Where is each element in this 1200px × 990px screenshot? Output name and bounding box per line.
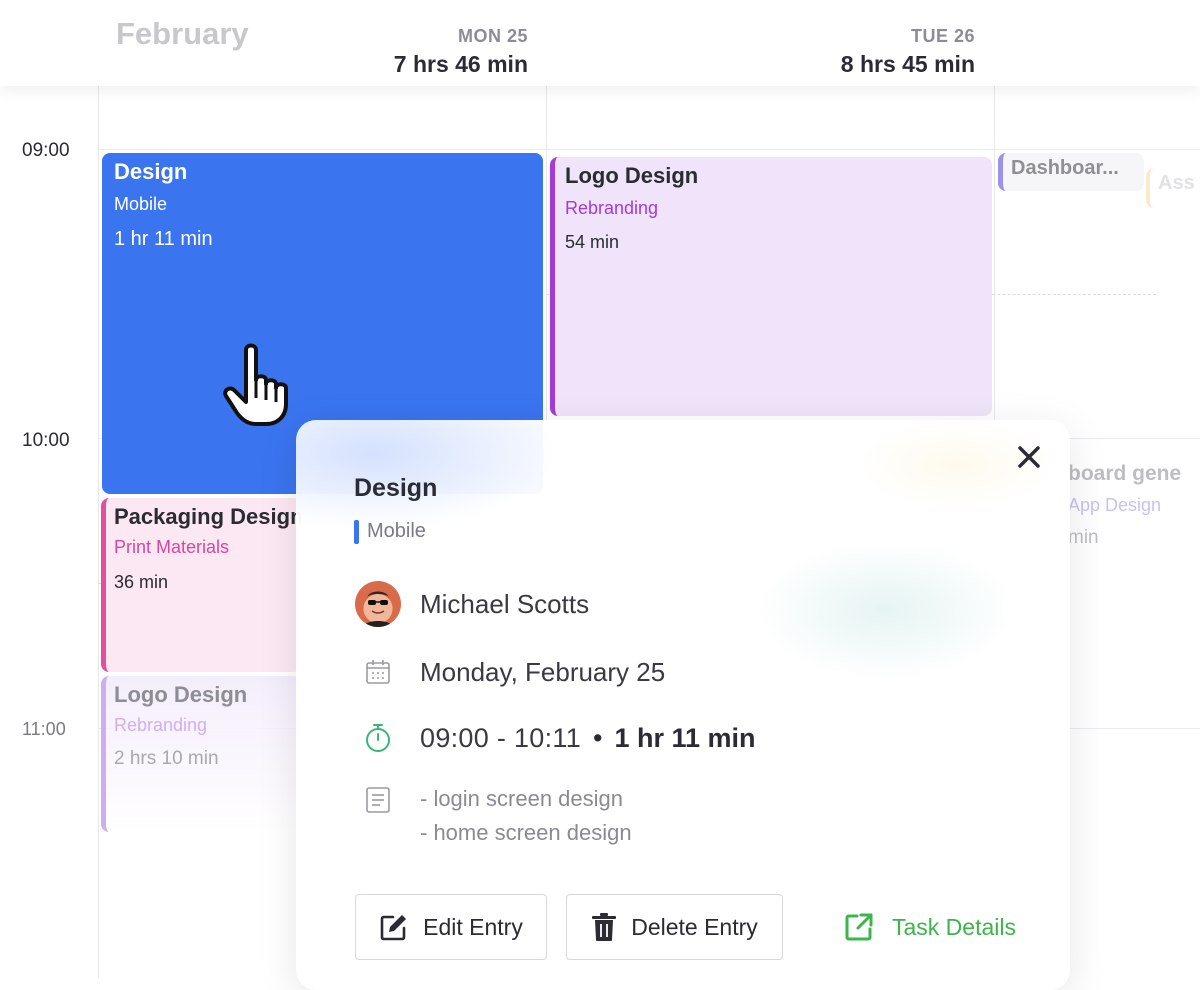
note-line: - home screen design — [420, 820, 632, 845]
entry-title: Logo Design — [565, 163, 699, 188]
close-icon[interactable] — [1014, 442, 1044, 472]
task-details-label: Task Details — [892, 913, 1016, 940]
avatar — [355, 581, 401, 627]
month-label: February — [116, 16, 249, 51]
time-entry-asset[interactable]: Ass — [1146, 168, 1200, 208]
time-row: 09:00 - 10:11 • 1 hr 11 min — [354, 714, 756, 762]
entry-title: Packaging Design — [114, 504, 301, 529]
time-entry-dashboard[interactable]: Dashboar... — [998, 153, 1144, 191]
grid-line — [98, 86, 99, 978]
time-entry-dashboard-gen[interactable]: board gene App Design min — [1050, 460, 1200, 580]
popup-title: Design — [354, 474, 438, 502]
entry-title: Logo Design — [114, 682, 248, 707]
entry-title: board gene — [1068, 462, 1182, 485]
entry-duration: 1 hr 11 min — [114, 228, 213, 250]
edit-entry-button[interactable]: Edit Entry — [355, 894, 547, 960]
entry-detail-popup: Design Mobile Michael Scotts Monday, Feb… — [296, 420, 1070, 990]
day-name: MON 25 — [457, 26, 528, 46]
task-details-link[interactable]: Task Details — [844, 912, 1016, 942]
user-row: Michael Scotts — [354, 580, 589, 628]
duration-total: 1 hr 11 min — [614, 722, 756, 753]
day-name: TUE 26 — [910, 26, 975, 46]
note-line: - login screen design — [420, 786, 624, 811]
calendar-icon — [366, 660, 390, 684]
entry-duration: min — [1068, 527, 1099, 548]
time-range: 09:00 - 10:11 — [420, 722, 582, 753]
entry-notes: - login screen design - home screen desi… — [420, 782, 632, 850]
avatar-face-icon — [363, 591, 393, 627]
entry-title: Design — [114, 159, 188, 184]
edit-icon — [380, 915, 407, 941]
day-total: 8 hrs 45 min — [840, 51, 975, 77]
delete-entry-label: Delete Entry — [631, 913, 758, 940]
notes-row: - login screen design - home screen desi… — [354, 782, 632, 850]
time-entry-packaging-design[interactable]: Packaging Design Print Materials 36 min — [101, 498, 301, 672]
day-total: 7 hrs 46 min — [393, 51, 528, 77]
notes-icon — [366, 787, 390, 813]
time-label: 10:00 — [22, 430, 70, 451]
external-link-icon — [845, 913, 873, 941]
time-label: 09:00 — [22, 140, 70, 161]
popup-project: Mobile — [354, 520, 426, 544]
day-header-mon[interactable]: MON 25 7 hrs 46 min — [394, 26, 528, 78]
time-entry-logo-design[interactable]: Logo Design Rebranding 54 min — [550, 157, 992, 416]
delete-entry-button[interactable]: Delete Entry — [566, 894, 783, 960]
time-label: 11:00 — [22, 719, 66, 739]
separator-dot: • — [593, 722, 603, 753]
entry-project: Rebranding — [565, 198, 659, 218]
entry-title: Ass — [1158, 172, 1195, 194]
trash-icon — [592, 913, 617, 941]
user-name: Michael Scotts — [420, 588, 590, 619]
entry-duration: 54 min — [565, 232, 620, 252]
time-entry-logo-design-2[interactable]: Logo Design Rebranding 2 hrs 10 min — [101, 676, 301, 832]
entry-duration: 2 hrs 10 min — [114, 748, 219, 769]
entry-date: Monday, February 25 — [420, 656, 666, 687]
calendar-header: February MON 25 7 hrs 46 min TUE 26 8 hr… — [0, 0, 1200, 86]
edit-entry-label: Edit Entry — [423, 913, 523, 940]
day-header-tue[interactable]: TUE 26 8 hrs 45 min — [841, 26, 975, 78]
grid-line — [98, 149, 1200, 150]
entry-project: Print Materials — [114, 537, 230, 557]
entry-project: Rebranding — [114, 715, 208, 735]
date-row: Monday, February 25 — [354, 648, 665, 696]
hand-pointer-icon — [223, 343, 288, 426]
entry-title: Dashboar... — [1011, 157, 1119, 179]
entry-project: Mobile — [114, 194, 168, 214]
entry-duration: 36 min — [114, 572, 169, 592]
entry-project: App Design — [1068, 495, 1162, 515]
stopwatch-icon — [366, 724, 390, 752]
